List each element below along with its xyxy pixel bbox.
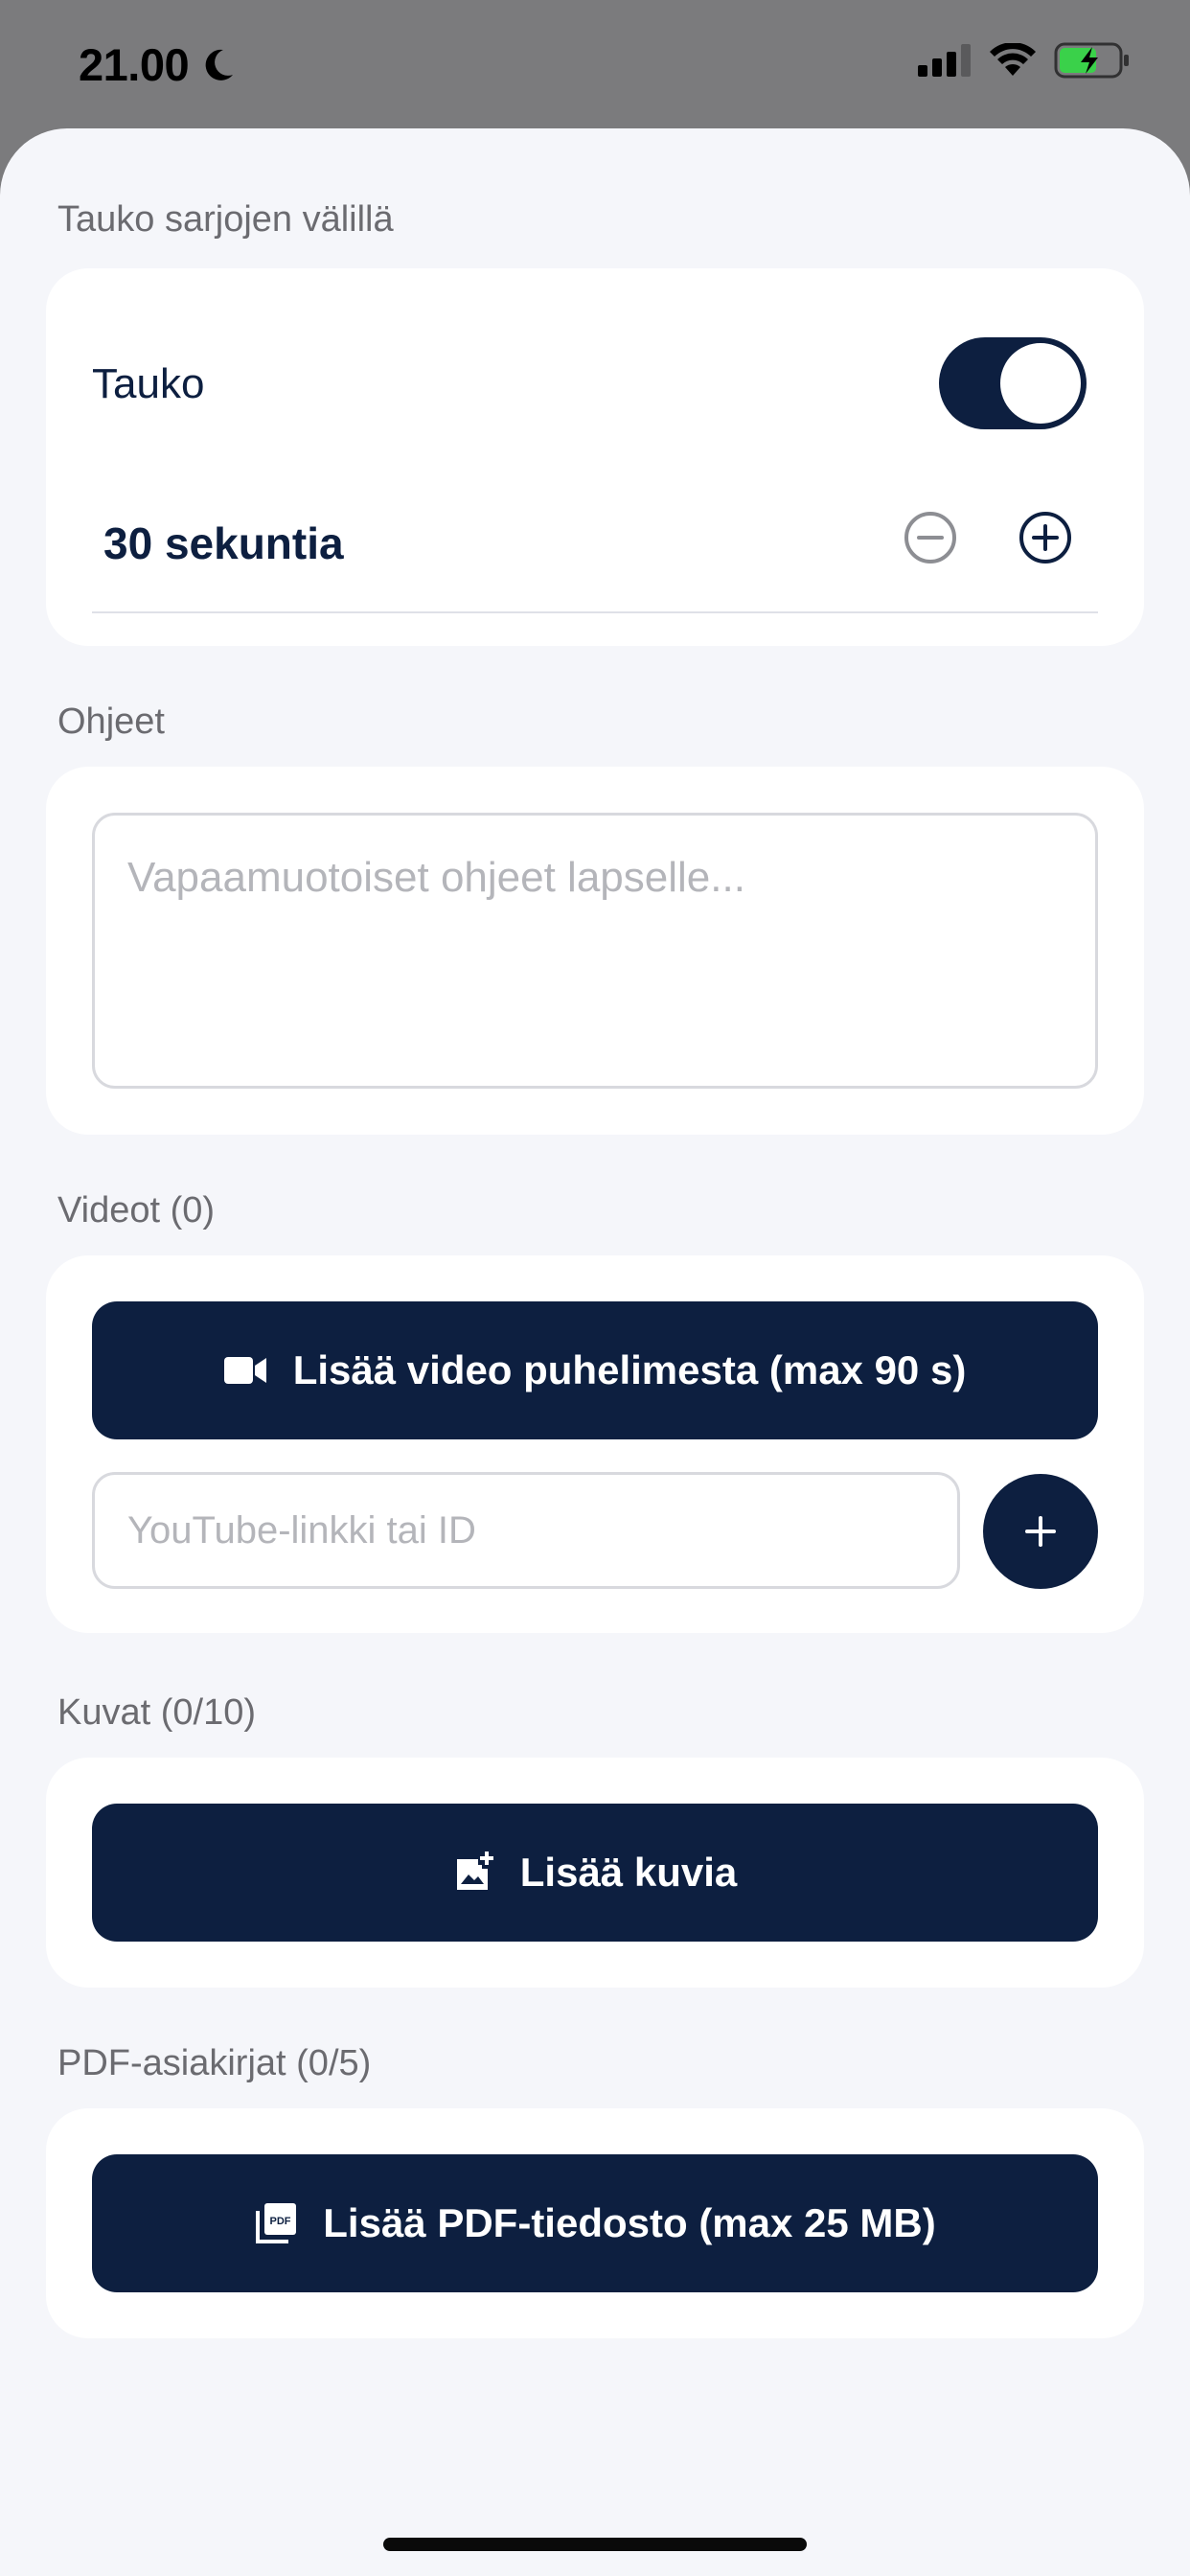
wifi-icon <box>990 43 1036 76</box>
youtube-link-input[interactable] <box>92 1472 960 1589</box>
decrease-duration-button[interactable] <box>903 510 958 565</box>
add-pdf-button[interactable]: PDF Lisää PDF-tiedosto (max 25 MB) <box>92 2154 1098 2292</box>
moon-icon <box>205 49 234 80</box>
add-video-label: Lisää video puhelimesta (max 90 s) <box>292 1347 967 1392</box>
home-indicator[interactable] <box>383 2538 807 2551</box>
pause-duration-value: 30 sekuntia <box>103 518 344 568</box>
increase-duration-button[interactable] <box>1018 510 1073 565</box>
status-time: 21.00 <box>79 38 237 91</box>
images-section-heading: Kuvat (0/10) <box>57 1692 256 1733</box>
videos-card: Lisää video puhelimesta (max 90 s) <box>46 1255 1144 1633</box>
pause-section-heading: Tauko sarjojen välillä <box>57 199 394 240</box>
toggle-knob <box>998 341 1083 426</box>
divider <box>92 611 1098 613</box>
videos-section-heading: Videot (0) <box>57 1190 216 1230</box>
svg-text:PDF: PDF <box>270 2216 291 2227</box>
status-bar: 21.00 <box>0 0 1190 128</box>
status-indicators <box>918 42 1131 79</box>
pause-toggle[interactable] <box>939 337 1087 429</box>
instructions-section-heading: Ohjeet <box>57 702 165 742</box>
add-pdf-label: Lisää PDF-tiedosto (max 25 MB) <box>323 2200 936 2245</box>
plus-icon <box>1025 1516 1056 1547</box>
add-video-button[interactable]: Lisää video puhelimesta (max 90 s) <box>92 1301 1098 1439</box>
add-youtube-button[interactable] <box>983 1474 1098 1589</box>
images-card: Lisää kuvia <box>46 1758 1144 1988</box>
status-time-text: 21.00 <box>79 39 190 90</box>
add-images-button[interactable]: Lisää kuvia <box>92 1804 1098 1942</box>
pdf-file-icon: PDF <box>256 2203 297 2243</box>
bottom-sheet: Tauko sarjojen välillä Tauko 30 sekuntia… <box>0 128 1190 2576</box>
cellular-signal-icon <box>918 44 971 77</box>
add-photo-icon <box>456 1852 493 1890</box>
pause-card: Tauko 30 sekuntia <box>46 268 1144 646</box>
instructions-textarea[interactable] <box>92 813 1098 1089</box>
pause-toggle-label: Tauko <box>92 360 205 407</box>
add-images-label: Lisää kuvia <box>519 1850 738 1895</box>
pdf-card: PDF Lisää PDF-tiedosto (max 25 MB) <box>46 2108 1144 2338</box>
pdf-section-heading: PDF-asiakirjat (0/5) <box>57 2043 372 2083</box>
video-camera-icon <box>223 1357 266 1384</box>
instructions-card <box>46 767 1144 1135</box>
battery-charging-icon <box>1054 42 1129 79</box>
